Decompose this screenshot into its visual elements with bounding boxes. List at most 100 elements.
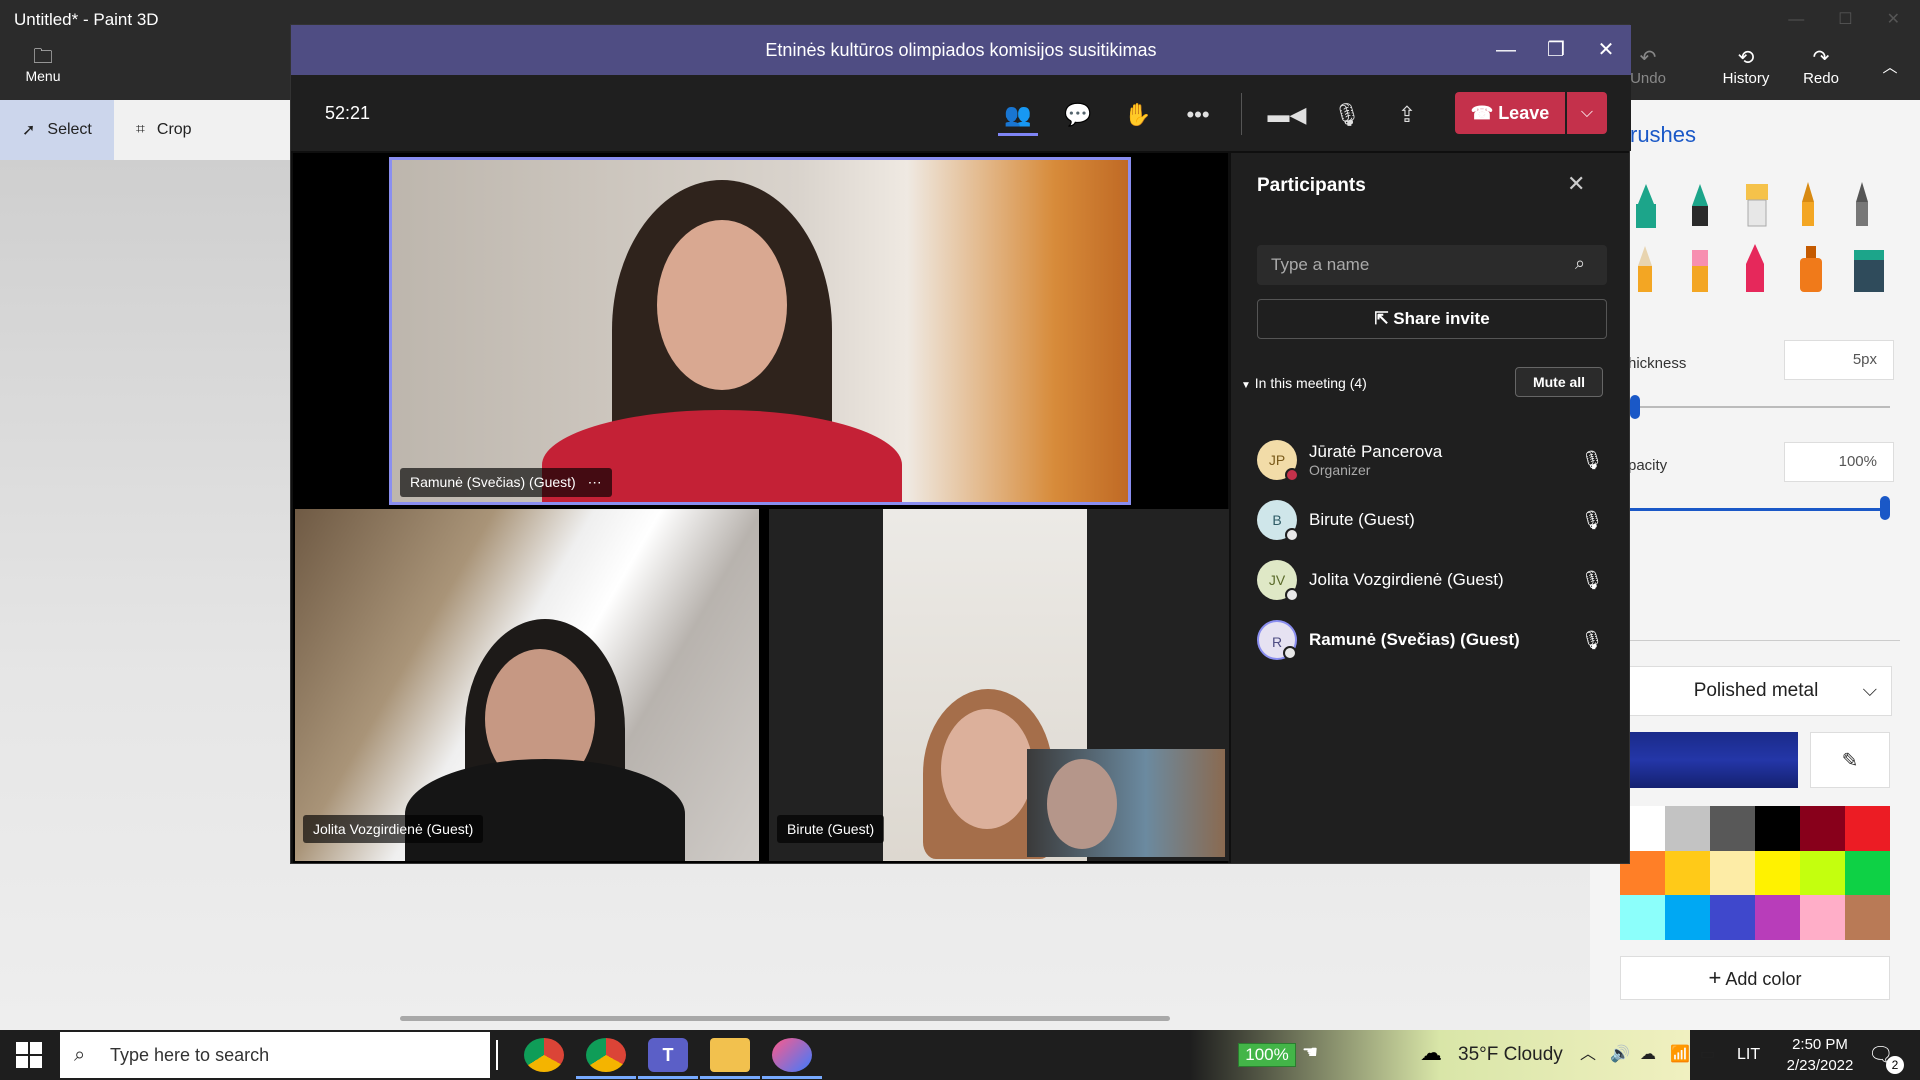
color-swatch[interactable]: [1710, 850, 1755, 896]
close-icon[interactable]: ✕: [1887, 0, 1900, 40]
opacity-input[interactable]: 100%: [1784, 442, 1894, 482]
chrome-profile-icon[interactable]: [586, 1038, 626, 1072]
color-swatch[interactable]: [1800, 806, 1845, 851]
watercolor-icon[interactable]: [1802, 182, 1814, 226]
chevron-down-icon: ⌵: [1862, 680, 1877, 701]
participant-row[interactable]: R Ramunė (Svečias) (Guest) 🎙: [1257, 615, 1607, 665]
color-swatch[interactable]: [1845, 895, 1890, 940]
onedrive-icon[interactable]: ☁: [1640, 1030, 1656, 1080]
history-button[interactable]: ⟲ History: [1706, 46, 1786, 98]
participant-name: Ramunė (Svečias) (Guest): [1309, 630, 1520, 649]
pencil-2-icon[interactable]: [1638, 246, 1652, 292]
speaker-icon[interactable]: 🔊: [1610, 1030, 1630, 1080]
marker-icon[interactable]: [1636, 184, 1656, 228]
opacity-slider-handle[interactable]: [1880, 496, 1890, 520]
bottom-left-video-tile[interactable]: Jolita Vozgirdienė (Guest): [295, 509, 759, 861]
taskbar-clock[interactable]: 2:50 PM 2/23/2022: [1780, 1034, 1860, 1076]
opacity-slider-track[interactable]: [1630, 508, 1886, 511]
participant-row[interactable]: JV Jolita Vozgirdienė (Guest) 🎙: [1257, 555, 1607, 605]
spray-can-icon[interactable]: [1800, 246, 1822, 292]
taskbar-search-input[interactable]: Type here to search: [60, 1032, 490, 1078]
caret-down-icon: ▼: [1241, 380, 1251, 391]
color-swatch[interactable]: [1755, 806, 1800, 851]
more-options-icon[interactable]: ⋯: [588, 474, 602, 490]
phone-hangup-icon: ☎: [1470, 103, 1494, 123]
thickness-input[interactable]: 5px: [1784, 340, 1894, 380]
minimize-icon[interactable]: —: [1788, 0, 1804, 40]
mute-all-button[interactable]: Mute all: [1515, 367, 1603, 397]
thickness-slider-handle[interactable]: [1630, 395, 1640, 419]
microphone-icon[interactable]: 🎙: [1327, 95, 1367, 135]
file-explorer-icon[interactable]: [710, 1038, 750, 1072]
color-swatch[interactable]: [1665, 850, 1710, 896]
windows-start-icon[interactable]: [16, 1042, 42, 1068]
participant-row[interactable]: JP Jūratė Pancerova Organizer 🎙: [1257, 435, 1607, 485]
close-participants-icon[interactable]: ✕: [1567, 171, 1585, 197]
share-screen-icon[interactable]: ⇪: [1387, 95, 1427, 135]
collapse-icon[interactable]: ︿: [1870, 56, 1910, 108]
in-meeting-section-toggle[interactable]: ▼ In this meeting (4): [1241, 375, 1367, 391]
thickness-slider-track[interactable]: [1630, 406, 1890, 408]
battery-icon[interactable]: ▭: [1700, 1030, 1715, 1080]
participant-row[interactable]: B Birute (Guest) 🎙: [1257, 495, 1607, 545]
microphone-icon: 🎙: [1580, 509, 1604, 530]
color-swatch[interactable]: [1845, 806, 1890, 851]
color-swatch[interactable]: [1665, 895, 1710, 940]
participant-name: Jūratė Pancerova: [1309, 442, 1443, 461]
weather-text[interactable]: 35°F Cloudy: [1458, 1030, 1563, 1080]
pencil-icon[interactable]: [1856, 182, 1868, 226]
language-indicator[interactable]: LIT: [1737, 1030, 1760, 1080]
participants-icon[interactable]: 👥: [998, 95, 1038, 135]
color-swatch[interactable]: [1620, 895, 1665, 940]
texture-dropdown[interactable]: Polished metal ⌵: [1620, 666, 1892, 716]
color-swatch[interactable]: [1665, 806, 1710, 851]
oil-brush-icon[interactable]: [1746, 184, 1768, 227]
chevron-up-icon[interactable]: ︿: [1580, 1030, 1596, 1080]
redo-button[interactable]: ↷ Redo: [1796, 46, 1846, 98]
teams-icon[interactable]: T: [648, 1038, 688, 1072]
select-tool[interactable]: ➚ Select: [0, 100, 114, 160]
current-color-swatch[interactable]: [1610, 732, 1798, 788]
camera-icon[interactable]: ▬◀: [1267, 95, 1307, 135]
color-swatch[interactable]: [1710, 895, 1755, 940]
add-color-button[interactable]: + Add color: [1620, 956, 1890, 1000]
reactions-icon[interactable]: ✋: [1118, 95, 1158, 135]
bottom-right-video-tile[interactable]: Birute (Guest): [769, 509, 1229, 861]
teams-close-icon[interactable]: ✕: [1581, 25, 1631, 75]
chrome-icon[interactable]: [524, 1038, 564, 1072]
teams-restore-icon[interactable]: ❐: [1531, 25, 1581, 75]
color-swatch[interactable]: [1755, 850, 1800, 896]
color-swatch[interactable]: [1710, 806, 1755, 851]
main-video-label: Ramunė (Svečias) (Guest) ⋯: [400, 468, 612, 497]
participant-search-input[interactable]: Type a name: [1257, 245, 1607, 285]
wifi-icon[interactable]: 📶: [1670, 1030, 1690, 1080]
leave-button[interactable]: ☎ Leave: [1455, 92, 1565, 134]
crayon-icon[interactable]: [1746, 244, 1764, 292]
more-actions-icon[interactable]: •••: [1178, 95, 1218, 135]
horizontal-scrollbar[interactable]: [400, 1016, 1170, 1021]
menu-button[interactable]: 🗀 Menu: [14, 46, 72, 96]
maximize-icon[interactable]: ☐: [1838, 0, 1852, 40]
in-meeting-label: In this meeting (4): [1254, 375, 1367, 391]
leave-options-dropdown[interactable]: ⌵: [1567, 92, 1607, 134]
color-swatch[interactable]: [1755, 895, 1800, 940]
fill-bucket-icon[interactable]: [1854, 250, 1884, 292]
color-swatch[interactable]: [1800, 850, 1845, 896]
chat-icon[interactable]: 💬: [1058, 95, 1098, 135]
eyedropper-icon[interactable]: ✎: [1810, 732, 1890, 788]
teams-minimize-icon[interactable]: —: [1481, 25, 1531, 75]
pointer-icon: ➚: [22, 122, 36, 139]
paint3d-icon[interactable]: [772, 1038, 812, 1072]
self-view-video[interactable]: [1027, 749, 1225, 857]
eraser-icon[interactable]: [1692, 250, 1708, 292]
color-swatch[interactable]: [1800, 895, 1845, 940]
crop-tool[interactable]: ⌗ Crop: [114, 100, 214, 160]
paint3d-toolbar: ➚ Select ⌗ Crop: [0, 100, 300, 160]
microphone-icon: 🎙: [1580, 449, 1604, 470]
color-swatch[interactable]: [1845, 850, 1890, 896]
share-invite-button[interactable]: ⇱ Share invite: [1257, 299, 1607, 339]
undo-button[interactable]: ↶ Undo: [1628, 46, 1668, 98]
zoom-badge[interactable]: 100%: [1238, 1043, 1296, 1067]
calligraphy-pen-icon[interactable]: [1692, 184, 1708, 226]
main-video-tile[interactable]: Ramunė (Svečias) (Guest) ⋯: [389, 157, 1131, 505]
